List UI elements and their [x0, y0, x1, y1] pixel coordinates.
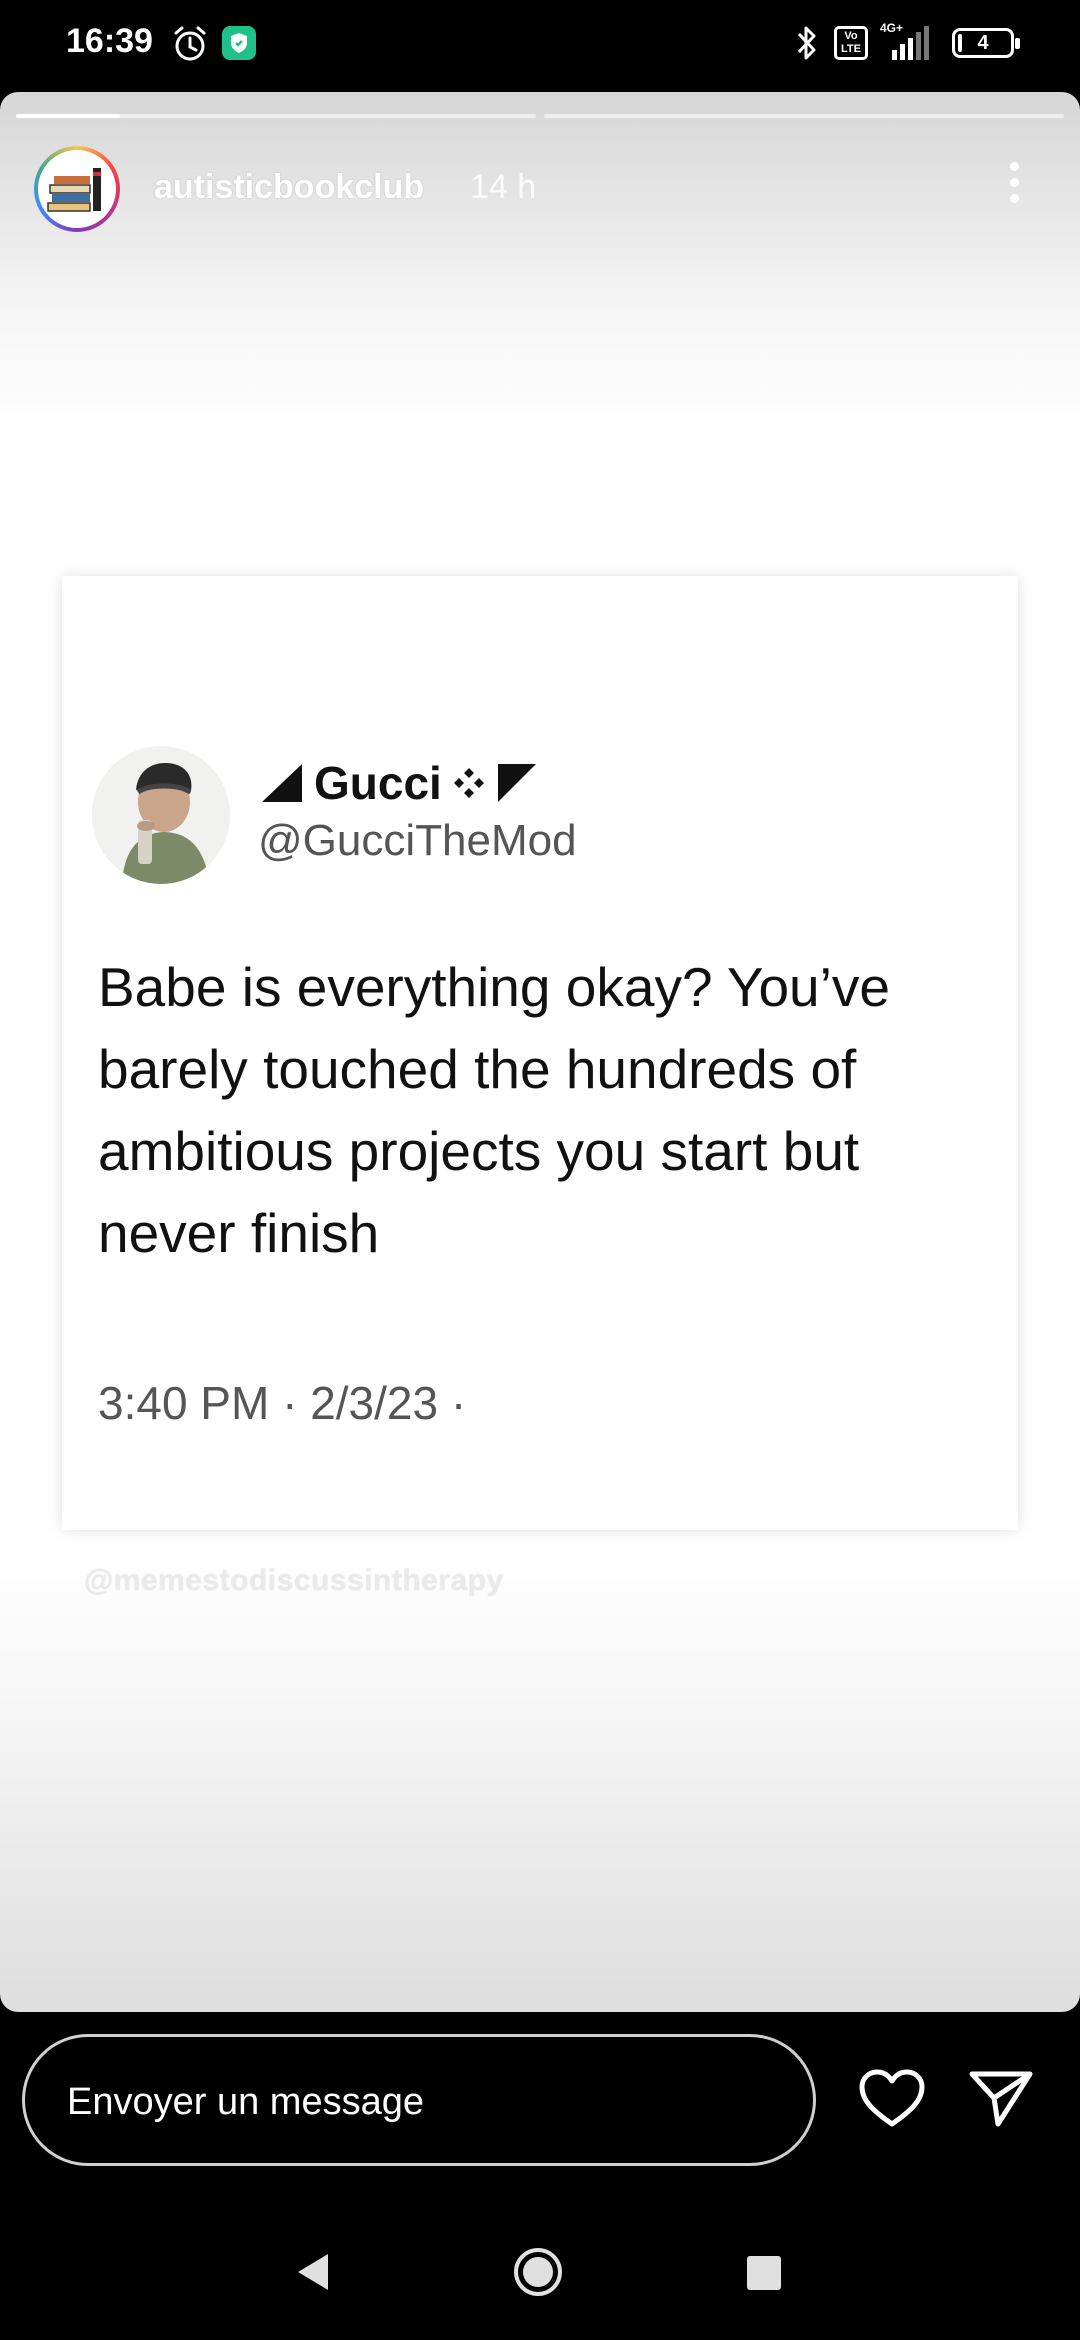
tweet-display-name-text: Gucci — [314, 757, 442, 809]
diamond-icon — [453, 768, 484, 798]
story-progress-2 — [544, 114, 1064, 118]
alarm-icon — [170, 24, 210, 64]
home-icon[interactable] — [512, 2246, 564, 2303]
story-progress-1 — [16, 114, 536, 118]
story-avatar[interactable] — [34, 146, 120, 232]
tweet-card: Gucci @GucciTheMod Babe is everything ok… — [62, 576, 1018, 1530]
battery-icon: 4 — [952, 28, 1020, 58]
story-progress-1-fill — [16, 114, 120, 118]
message-placeholder: Envoyer un message — [67, 2081, 424, 2123]
tweet-display-name: Gucci — [258, 756, 538, 810]
send-icon[interactable] — [968, 2068, 1034, 2133]
story-time-ago: 14 h — [470, 168, 537, 206]
tweet-text: Babe is everything okay? You’ve barely t… — [98, 956, 890, 1264]
volte-icon: Vo LTE — [834, 26, 868, 60]
message-input[interactable]: Envoyer un message — [22, 2034, 816, 2166]
books-icon — [38, 150, 116, 228]
battery-percent: 4 — [977, 32, 989, 54]
tweet-avatar — [92, 746, 230, 884]
bluetooth-icon — [792, 22, 822, 69]
story-viewer[interactable]: autisticbookclub 14 h Gucci @GucciTheMod… — [0, 92, 1080, 2012]
tweet-timestamp: 3:40 PM · 2/3/23 · — [98, 1377, 467, 1429]
more-options-icon[interactable] — [1004, 162, 1024, 212]
recents-icon[interactable] — [747, 2256, 781, 2290]
triangle-left-icon — [262, 764, 302, 802]
triangle-right-icon — [497, 764, 536, 802]
watermark: @memestodiscussintherapy — [84, 1564, 504, 1597]
network-type: 4G+ — [880, 21, 903, 35]
status-time: 16:39 — [66, 22, 153, 60]
story-username[interactable]: autisticbookclub — [154, 168, 424, 207]
status-bar: 16:39 Vo LTE 4G+ 4 — [0, 0, 1080, 88]
signal-icon: 4G+ — [878, 20, 938, 64]
heart-icon[interactable] — [858, 2068, 926, 2133]
vpn-shield-icon — [222, 26, 256, 60]
back-icon[interactable] — [296, 2252, 330, 2297]
tweet-handle: @GucciTheMod — [258, 816, 577, 865]
